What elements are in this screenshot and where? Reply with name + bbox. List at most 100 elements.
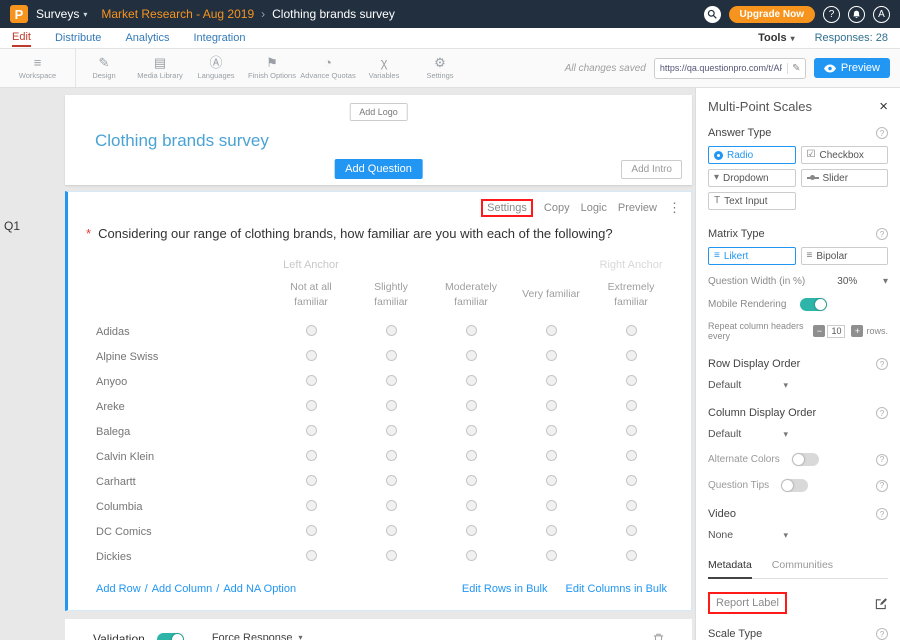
answer-type-dropdown[interactable]: ▾ Dropdown	[708, 169, 796, 187]
matrix-radio-button[interactable]	[546, 400, 557, 411]
matrix-row-label[interactable]: Adidas	[96, 326, 271, 338]
add-logo-button[interactable]: Add Logo	[349, 103, 408, 121]
matrix-column-header[interactable]: Extremely familiar	[591, 276, 671, 318]
edit-columns-in-bulk-link[interactable]: Edit Columns in Bulk	[566, 583, 668, 595]
matrix-radio-button[interactable]	[386, 475, 397, 486]
matrix-radio-button[interactable]	[386, 400, 397, 411]
matrix-radio-button[interactable]	[466, 525, 477, 536]
avatar[interactable]: A	[873, 6, 890, 23]
question-tips-toggle[interactable]	[781, 479, 808, 492]
matrix-radio-button[interactable]	[386, 350, 397, 361]
matrix-radio-button[interactable]	[306, 500, 317, 511]
add-row-link[interactable]: Add Row	[96, 583, 141, 595]
chevron-down-icon[interactable]: ▾	[883, 276, 888, 287]
matrix-type-likert[interactable]: ≡ Likert	[708, 247, 796, 265]
matrix-row-label[interactable]: Anyoo	[96, 376, 271, 388]
matrix-radio-button[interactable]	[466, 375, 477, 386]
questionpro-logo[interactable]: P	[10, 5, 28, 23]
matrix-radio-button[interactable]	[386, 550, 397, 561]
help-circle-icon[interactable]: ?	[876, 407, 888, 419]
add-column-link[interactable]: Add Column	[152, 583, 213, 595]
tab-distribute[interactable]: Distribute	[55, 30, 101, 46]
matrix-row-label[interactable]: Alpine Swiss	[96, 351, 271, 363]
matrix-radio-button[interactable]	[386, 375, 397, 386]
tab-metadata[interactable]: Metadata	[708, 559, 752, 579]
breadcrumb-parent-link[interactable]: Market Research - Aug 2019	[101, 7, 254, 21]
matrix-column-header[interactable]: Slightly familiar	[351, 276, 431, 318]
matrix-radio-button[interactable]	[546, 350, 557, 361]
toolbar-item-languages[interactable]: Ⓐ Languages	[188, 49, 244, 87]
matrix-radio-button[interactable]	[386, 325, 397, 336]
toolbar-item-media-library[interactable]: ▤ Media Library	[132, 49, 188, 87]
edit-url-pencil-icon[interactable]: ✎	[787, 63, 805, 74]
matrix-row-label[interactable]: DC Comics	[96, 526, 271, 538]
matrix-radio-button[interactable]	[466, 500, 477, 511]
matrix-radio-button[interactable]	[306, 475, 317, 486]
add-na-option-link[interactable]: Add NA Option	[223, 583, 296, 595]
edit-rows-in-bulk-link[interactable]: Edit Rows in Bulk	[462, 583, 548, 595]
matrix-radio-button[interactable]	[546, 525, 557, 536]
matrix-radio-button[interactable]	[626, 350, 637, 361]
help-circle-icon[interactable]: ?	[876, 508, 888, 520]
question-logic-link[interactable]: Logic	[581, 202, 607, 214]
add-intro-button[interactable]: Add Intro	[621, 160, 682, 179]
toolbar-item-variables[interactable]: χ Variables	[356, 49, 412, 87]
matrix-radio-button[interactable]	[306, 350, 317, 361]
matrix-radio-button[interactable]	[466, 350, 477, 361]
repeat-headers-value[interactable]: 10	[827, 325, 845, 338]
answer-type-text-input[interactable]: T Text Input	[708, 192, 796, 210]
matrix-radio-button[interactable]	[306, 325, 317, 336]
matrix-row-label[interactable]: Dickies	[96, 551, 271, 563]
matrix-radio-button[interactable]	[386, 525, 397, 536]
mobile-rendering-toggle[interactable]	[800, 298, 827, 311]
matrix-row-label[interactable]: Areke	[96, 401, 271, 413]
preview-button[interactable]: Preview	[814, 58, 890, 78]
toolbar-item-advance-quotas[interactable]: ◔ Advance Quotas	[300, 49, 356, 87]
matrix-radio-button[interactable]	[306, 525, 317, 536]
matrix-radio-button[interactable]	[626, 400, 637, 411]
validation-toggle[interactable]	[157, 633, 184, 640]
question-preview-link[interactable]: Preview	[618, 202, 657, 214]
edit-report-label-icon[interactable]	[875, 597, 888, 610]
matrix-radio-button[interactable]	[626, 425, 637, 436]
question-settings-link[interactable]: Settings	[481, 199, 533, 217]
matrix-radio-button[interactable]	[386, 450, 397, 461]
tab-integration[interactable]: Integration	[193, 30, 245, 46]
question-copy-link[interactable]: Copy	[544, 202, 570, 214]
matrix-radio-button[interactable]	[546, 450, 557, 461]
tools-menu[interactable]: Tools ▾	[758, 32, 795, 44]
column-display-order-select[interactable]: Default ▾	[708, 428, 788, 440]
report-label[interactable]: Report Label	[708, 592, 787, 614]
tab-communities[interactable]: Communities	[772, 559, 833, 578]
matrix-radio-button[interactable]	[546, 500, 557, 511]
matrix-radio-button[interactable]	[386, 425, 397, 436]
matrix-radio-button[interactable]	[626, 500, 637, 511]
matrix-radio-button[interactable]	[626, 525, 637, 536]
matrix-row-label[interactable]: Calvin Klein	[96, 451, 271, 463]
matrix-row-label[interactable]: Balega	[96, 426, 271, 438]
matrix-radio-button[interactable]	[466, 550, 477, 561]
matrix-radio-button[interactable]	[466, 425, 477, 436]
matrix-radio-button[interactable]	[306, 425, 317, 436]
matrix-radio-button[interactable]	[546, 325, 557, 336]
matrix-radio-button[interactable]	[626, 325, 637, 336]
matrix-radio-button[interactable]	[626, 475, 637, 486]
workspace-button[interactable]: ≡ Workspace	[0, 49, 76, 87]
matrix-row-label[interactable]: Carhartt	[96, 476, 271, 488]
help-circle-icon[interactable]: ?	[876, 358, 888, 370]
matrix-radio-button[interactable]	[626, 450, 637, 461]
toolbar-item-design[interactable]: ✎ Design	[76, 49, 132, 87]
help-icon[interactable]: ?	[823, 6, 840, 23]
notifications-bell-icon[interactable]	[848, 6, 865, 23]
matrix-radio-button[interactable]	[626, 375, 637, 386]
matrix-column-header[interactable]: Very familiar	[511, 283, 591, 310]
matrix-radio-button[interactable]	[466, 475, 477, 486]
minus-stepper-icon[interactable]: −	[813, 325, 825, 337]
answer-type-checkbox[interactable]: ☑ Checkbox	[801, 146, 889, 164]
question-text[interactable]: Considering our range of clothing brands…	[98, 226, 613, 241]
force-response-dropdown[interactable]: Force Response ▾	[212, 632, 303, 640]
plus-stepper-icon[interactable]: +	[851, 325, 863, 337]
toolbar-item-finish-options[interactable]: ⚑ Finish Options	[244, 49, 300, 87]
more-options-icon[interactable]: ⋮	[668, 200, 681, 216]
help-circle-icon[interactable]: ?	[876, 127, 888, 139]
